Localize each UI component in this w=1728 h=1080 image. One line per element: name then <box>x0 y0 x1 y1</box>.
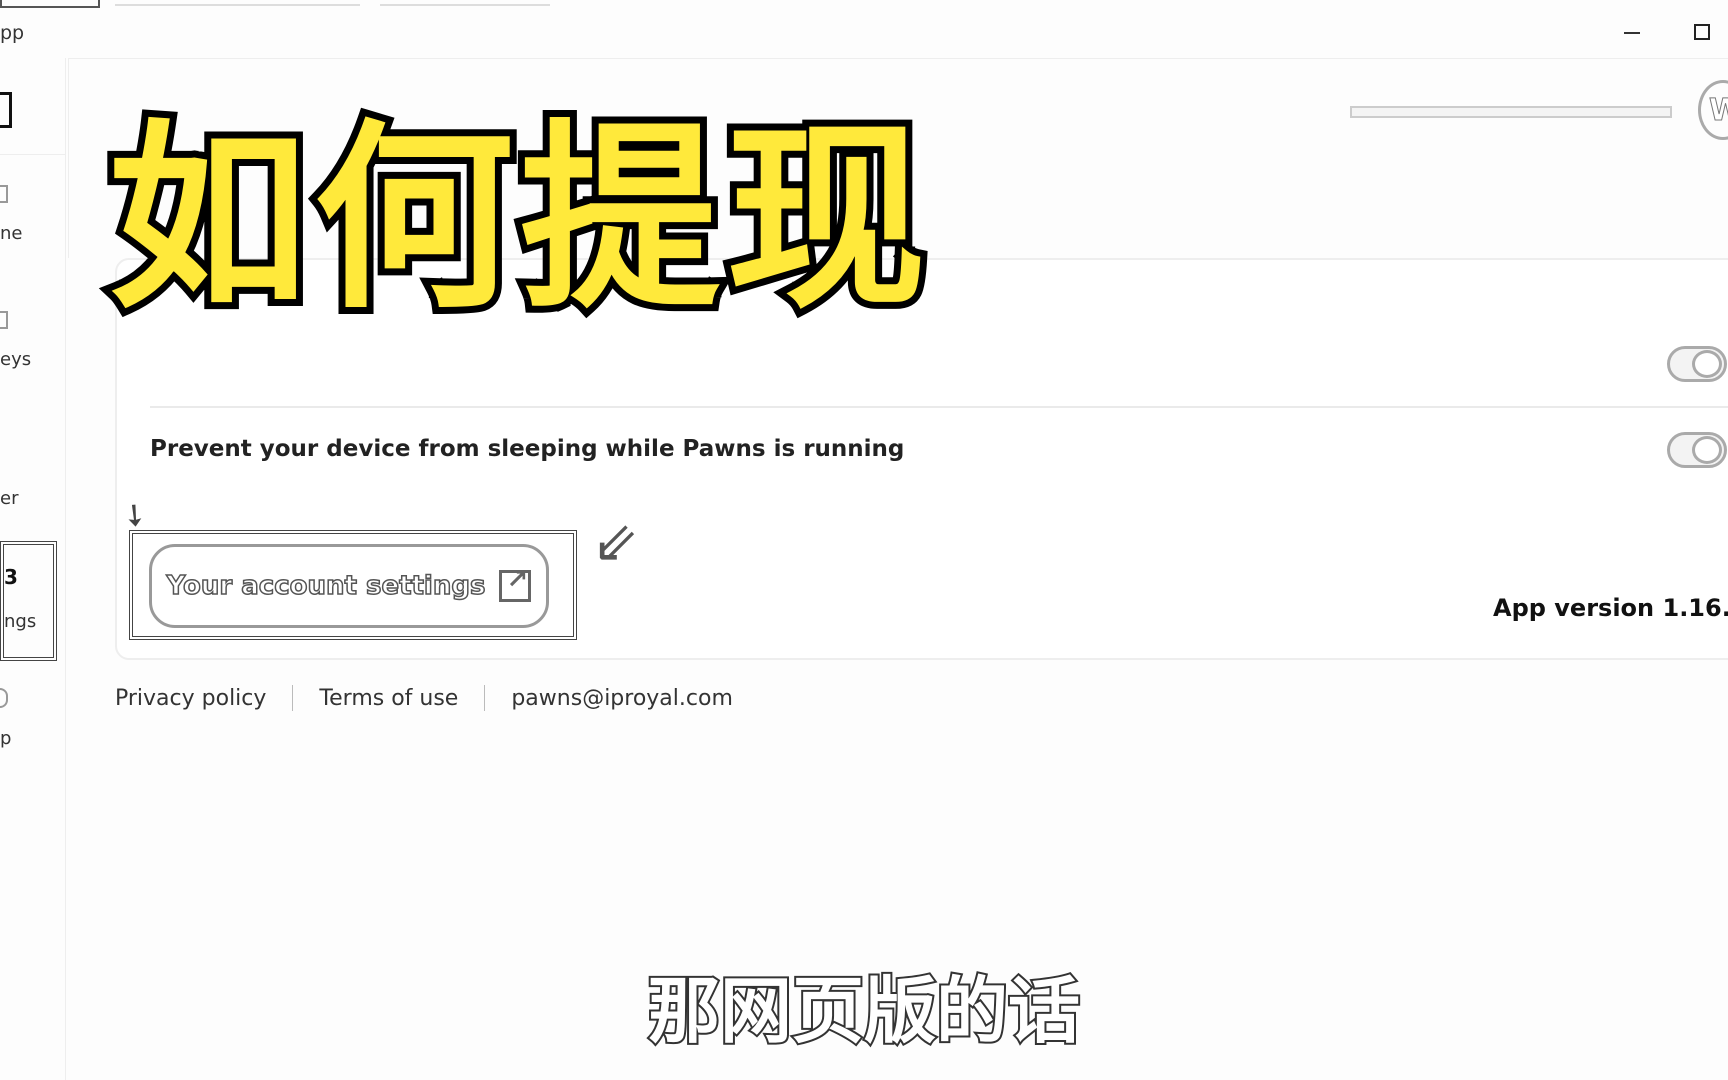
toggle-prevent-sleep[interactable] <box>1667 432 1727 468</box>
arrow-annotation: ⇙ <box>592 510 639 575</box>
tab[interactable] <box>0 0 100 8</box>
app-title: pp <box>0 22 25 44</box>
account-settings-button[interactable]: Your account settings <box>149 544 549 628</box>
privacy-policy-link[interactable]: Privacy policy <box>115 686 266 711</box>
subtitle-caption: 那网页版的话 <box>646 967 1082 1055</box>
logo-icon <box>0 92 12 128</box>
app-version: App version 1.16.0 <box>1493 594 1728 622</box>
external-link-icon <box>499 565 532 602</box>
tab[interactable] <box>115 4 360 6</box>
maximize-icon[interactable] <box>1694 24 1710 40</box>
email-link[interactable]: pawns@iproyal.com <box>511 686 733 711</box>
toggle-knob <box>1692 350 1722 378</box>
terms-of-use-link[interactable]: Terms of use <box>319 686 458 711</box>
divider <box>150 406 1728 408</box>
key-icon <box>0 311 8 329</box>
minimize-icon[interactable] <box>1624 32 1640 34</box>
sidebar-item-settings[interactable]: 3 ngs <box>0 541 57 661</box>
help-icon <box>0 688 8 708</box>
toggle-autostart[interactable] <box>1667 346 1727 382</box>
tab[interactable] <box>380 4 550 6</box>
account-settings-highlight: Your account settings <box>129 530 577 640</box>
gear-icon: 3 <box>4 565 18 589</box>
toggle-knob <box>1692 436 1722 464</box>
footer-links: Privacy policy Terms of use pawns@iproya… <box>115 685 733 711</box>
setting-label-prevent-sleep: Prevent your device from sleeping while … <box>150 436 905 462</box>
sidebar: ne eys er 3 ngs p <box>0 58 66 1080</box>
home-icon <box>0 185 8 203</box>
overlay-title: 如何提现 <box>101 103 933 336</box>
search-bar[interactable] <box>1350 106 1672 118</box>
